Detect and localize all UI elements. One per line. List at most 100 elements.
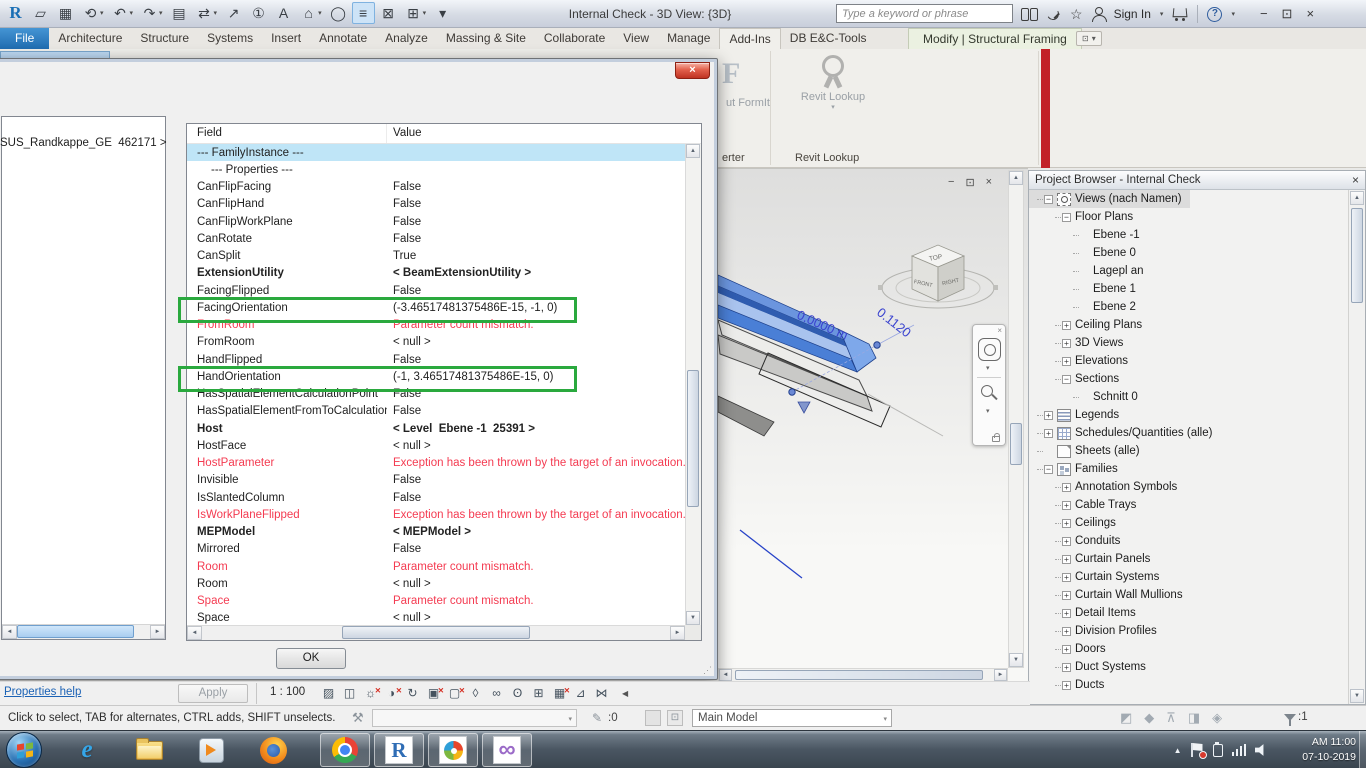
drag-on-selection-icon[interactable]: ◈: [1212, 710, 1222, 726]
expander-icon[interactable]: +: [1062, 681, 1071, 690]
scroll-thumb[interactable]: [342, 626, 529, 639]
table-row[interactable]: HasSpatialElementFromToCalculation... Fa…: [187, 403, 685, 420]
tree-item[interactable]: + Doors: [1029, 640, 1348, 658]
volume-icon[interactable]: [1255, 744, 1268, 757]
tab-structure[interactable]: Structure: [131, 28, 198, 49]
expander-icon[interactable]: −: [1044, 195, 1053, 204]
scroll-right-icon[interactable]: ►: [670, 626, 685, 640]
aligned-dimension-icon[interactable]: ↗▾: [222, 2, 245, 24]
table-row[interactable]: HostFace < null >: [187, 437, 685, 454]
tree-item[interactable]: − Families: [1029, 460, 1348, 478]
tree-item[interactable]: + Cable Trays: [1029, 496, 1348, 514]
displacement-sets-icon[interactable]: ⊿: [572, 684, 589, 703]
expander-icon[interactable]: +: [1062, 537, 1071, 546]
expander-icon[interactable]: +: [1062, 645, 1071, 654]
expander-icon[interactable]: +: [1062, 609, 1071, 618]
expander-icon[interactable]: +: [1062, 339, 1071, 348]
help-icon[interactable]: ?: [1207, 7, 1222, 22]
tab-add-ins[interactable]: Add-Ins: [719, 28, 780, 49]
taskbar-chrome[interactable]: [320, 733, 370, 767]
sync-with-central-icon[interactable]: ⟲▾: [79, 2, 107, 24]
reveal-constraints-icon[interactable]: ⋈: [593, 684, 610, 703]
taskbar-visual-studio[interactable]: ∞: [482, 733, 532, 767]
apply-button[interactable]: Apply: [178, 684, 248, 703]
tree-item[interactable]: Ebene 1: [1029, 280, 1348, 298]
tree-item[interactable]: Sheets (alle): [1029, 442, 1348, 460]
design-option-dropdown[interactable]: Main Model ▾: [692, 709, 892, 727]
favorites-icon[interactable]: ☆: [1070, 7, 1083, 21]
show-desktop-button[interactable]: [1359, 731, 1366, 768]
view-scale-button[interactable]: 1 : 100: [264, 686, 311, 698]
tree-item[interactable]: + Detail Items: [1029, 604, 1348, 622]
sign-in-caret-icon[interactable]: ▾: [1160, 10, 1164, 18]
table-row[interactable]: IsSlantedColumn False: [187, 489, 685, 506]
visual-style-icon[interactable]: ◫: [341, 684, 358, 703]
tab-systems[interactable]: Systems: [198, 28, 262, 49]
scroll-thumb[interactable]: [735, 670, 983, 680]
editing-requests-button[interactable]: [645, 710, 661, 726]
tree-item[interactable]: + 3D Views: [1029, 334, 1348, 352]
tab-insert[interactable]: Insert: [262, 28, 310, 49]
action-center-icon[interactable]: [1191, 743, 1204, 757]
table-row[interactable]: CanFlipFacing False: [187, 179, 685, 196]
browser-vertical-scrollbar[interactable]: ▲ ▼: [1348, 190, 1365, 704]
project-browser-titlebar[interactable]: Project Browser - Internal Check ×: [1029, 171, 1365, 190]
scroll-up-icon[interactable]: ▲: [1350, 191, 1364, 205]
tree-item[interactable]: + Division Profiles: [1029, 622, 1348, 640]
default-3d-view-icon[interactable]: ⌂▾: [297, 2, 325, 24]
tree-item[interactable]: + Ceiling Plans: [1029, 316, 1348, 334]
scroll-down-icon[interactable]: ▼: [1009, 653, 1023, 667]
crop-region-visibility-icon[interactable]: ▢: [446, 684, 463, 703]
column-header-value[interactable]: Value: [387, 124, 701, 143]
expander-icon[interactable]: −: [1062, 375, 1071, 384]
table-row[interactable]: HandOrientation (-1, 3.46517481375486E-1…: [187, 368, 685, 385]
scroll-down-icon[interactable]: ▼: [686, 611, 700, 625]
list-horizontal-scrollbar[interactable]: ◄ ►: [187, 625, 685, 640]
expander-icon[interactable]: +: [1062, 555, 1071, 564]
editable-only-icon[interactable]: ✎: [592, 711, 602, 725]
taskbar-revit[interactable]: R: [374, 733, 424, 767]
detail-level-icon[interactable]: ▨: [320, 684, 337, 703]
temporary-hide-isolate-icon[interactable]: ∞: [488, 684, 505, 703]
vcb-collapse-icon[interactable]: ◀: [622, 689, 628, 698]
list-vertical-scrollbar[interactable]: ▲ ▼: [685, 144, 701, 625]
tree-item[interactable]: + Curtain Wall Mullions: [1029, 586, 1348, 604]
tree-item[interactable]: − Views (nach Namen): [1029, 190, 1190, 208]
scroll-up-icon[interactable]: ▲: [1009, 171, 1023, 185]
table-row[interactable]: FromRoom < null >: [187, 334, 685, 351]
revit-logo[interactable]: R▾: [4, 2, 27, 24]
text-icon[interactable]: A▾: [272, 2, 295, 24]
clipboard-tray-icon[interactable]: [1213, 744, 1223, 757]
object-tree-item[interactable]: SUS_Randkappe_GE 462171 >: [0, 117, 165, 149]
expander-icon[interactable]: +: [1062, 591, 1071, 600]
expander-icon[interactable]: +: [1062, 321, 1071, 330]
rendering-dialog-icon[interactable]: ↻: [404, 684, 421, 703]
formit-button[interactable]: ut FormIt: [714, 97, 770, 109]
lock-icon[interactable]: [992, 436, 1000, 442]
table-row[interactable]: Host < Level Ebene -1 25391 >: [187, 420, 685, 437]
start-button[interactable]: [6, 732, 42, 768]
tag-icon[interactable]: ①▾: [247, 2, 270, 24]
design-options-icon[interactable]: ⊡: [667, 710, 683, 726]
contextual-tab-modify[interactable]: Modify | Structural Framing: [908, 28, 1082, 49]
table-row[interactable]: Room Parameter count mismatch.: [187, 558, 685, 575]
taskbar-file-explorer[interactable]: [118, 731, 180, 768]
table-row[interactable]: CanRotate False: [187, 230, 685, 247]
view-vertical-scrollbar[interactable]: ▲ ▼: [1008, 170, 1024, 668]
tree-item[interactable]: − Sections: [1029, 370, 1348, 388]
expander-icon[interactable]: +: [1062, 483, 1071, 492]
revit-lookup-button[interactable]: Revit Lookup ▾: [795, 53, 871, 115]
scroll-left-icon[interactable]: ◄: [187, 626, 202, 640]
tree-item[interactable]: + Curtain Panels: [1029, 550, 1348, 568]
scroll-thumb[interactable]: [1351, 208, 1363, 303]
tree-item[interactable]: + Annotation Symbols: [1029, 478, 1348, 496]
select-links-icon[interactable]: ◩: [1120, 710, 1132, 726]
expander-icon[interactable]: +: [1062, 663, 1071, 672]
dialog-close-button[interactable]: ×: [675, 62, 710, 79]
temporary-dimension-offset[interactable]: 0.1120: [874, 305, 914, 341]
tree-item[interactable]: + Duct Systems: [1029, 658, 1348, 676]
table-row[interactable]: FacingOrientation (-3.46517481375486E-15…: [187, 299, 685, 316]
column-header-field[interactable]: Field: [187, 124, 387, 143]
drag-control-dot[interactable]: [789, 389, 795, 395]
tab-annotate[interactable]: Annotate: [310, 28, 376, 49]
